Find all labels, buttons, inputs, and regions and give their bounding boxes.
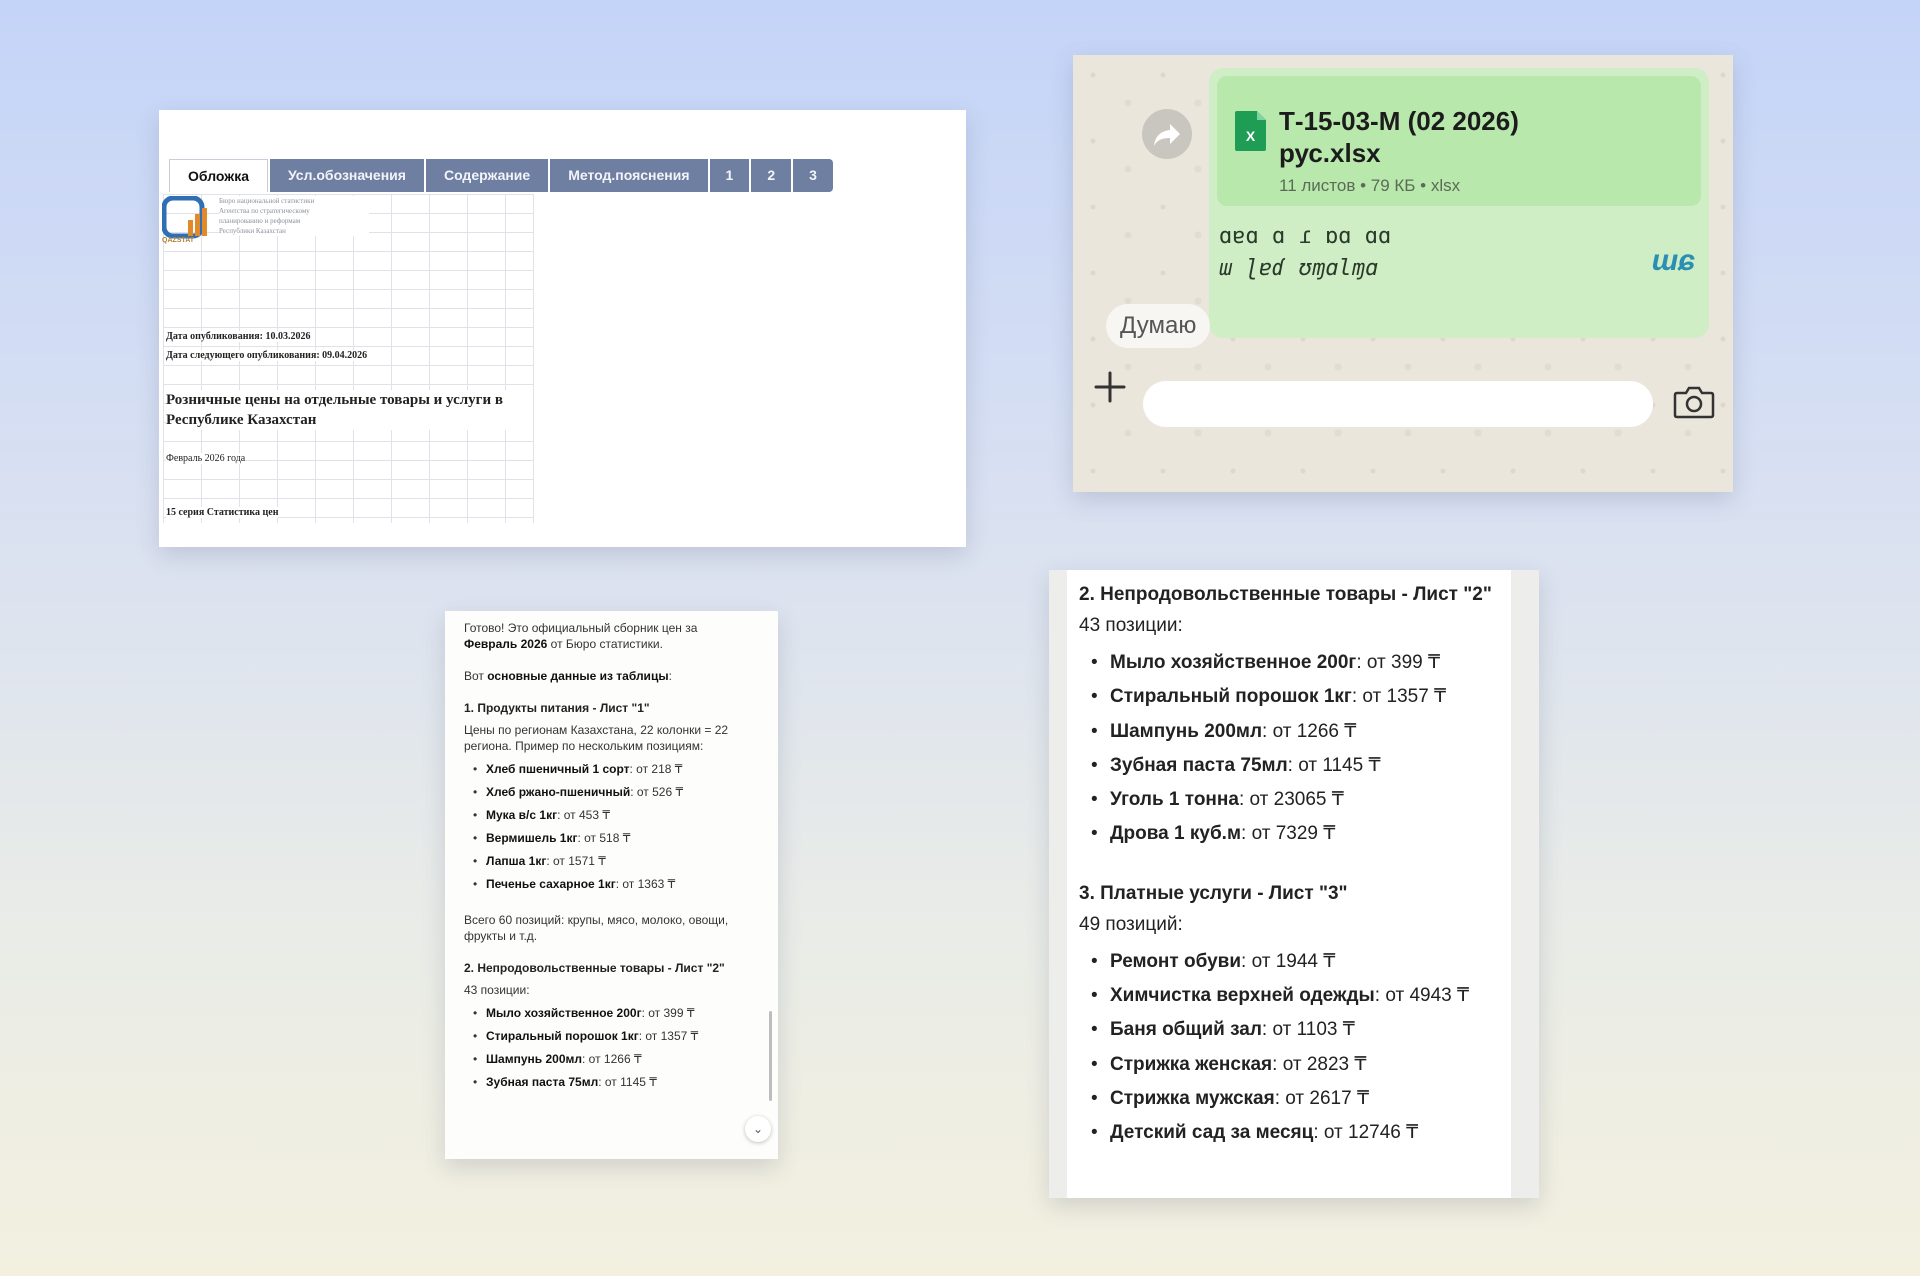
- document-title: Розничные цены на отдельные товары и усл…: [166, 390, 533, 430]
- list-item: Зубная паста 75мл: от 1145 ₸: [1079, 749, 1509, 783]
- list-item: Мыло хозяйственное 200г: от 399 ₸: [464, 1002, 754, 1025]
- chat-file-message: X Т-15-03-М (02 2026) рус.xlsx 11 листов…: [1073, 55, 1733, 492]
- logo-caption: QAZSTAT: [162, 237, 195, 244]
- food-heading: 1. Продукты питания - Лист "1": [464, 701, 650, 715]
- list-item: Шампунь 200мл: от 1266 ₸: [464, 1048, 754, 1071]
- message-bubble: X Т-15-03-М (02 2026) рус.xlsx 11 листов…: [1209, 68, 1709, 338]
- file-attachment[interactable]: X Т-15-03-М (02 2026) рус.xlsx 11 листов…: [1217, 76, 1701, 206]
- chevron-down-icon: ⌄: [752, 1122, 764, 1136]
- spreadsheet-preview: Обложка Усл.обозначения Содержание Метод…: [159, 110, 966, 547]
- list-item: Лапша 1кг: от 1571 ₸: [464, 850, 754, 873]
- file-name: Т-15-03-М (02 2026): [1279, 106, 1519, 136]
- list-item: Баня общий зал: от 1103 ₸: [1079, 1013, 1509, 1047]
- services-heading: 3. Платные услуги - Лист "3": [1079, 882, 1348, 904]
- assistant-reply-excerpt: 2. Непродовольственные товары - Лист "2"…: [1049, 570, 1539, 1198]
- list-item: Детский сад за месяц: от 12746 ₸: [1079, 1116, 1509, 1150]
- camera-icon[interactable]: [1673, 384, 1715, 420]
- nonfood-list: Мыло хозяйственное 200г: от 399 ₸ Стирал…: [1079, 646, 1509, 852]
- tab-legend[interactable]: Усл.обозначения: [269, 159, 424, 192]
- margin-right: [1511, 570, 1539, 1198]
- tab-sheet-1[interactable]: 1: [709, 159, 750, 192]
- list-item: Зубная паста 75мл: от 1145 ₸: [464, 1071, 754, 1094]
- nonfood-count: 43 позиции:: [464, 983, 530, 997]
- list-item: Дрова 1 куб.м: от 7329 ₸: [1079, 817, 1509, 851]
- reply-intro: Готово! Это официальный сборник цен за Ф…: [464, 621, 698, 651]
- scroll-down-button[interactable]: ⌄: [745, 1116, 771, 1142]
- list-item: Ремонт обуви: от 1944 ₸: [1079, 945, 1509, 979]
- svg-text:X: X: [1246, 128, 1256, 144]
- services-count: 49 позиций:: [1079, 913, 1183, 935]
- nonfood-list: Мыло хозяйственное 200г: от 399 ₸ Стирал…: [464, 1002, 754, 1094]
- nonfood-count: 43 позиции:: [1079, 615, 1183, 636]
- list-item: Стиральный порошок 1кг: от 1357 ₸: [464, 1025, 754, 1048]
- tab-cover[interactable]: Обложка: [169, 159, 268, 192]
- list-item: Стиральный порошок 1кг: от 1357 ₸: [1079, 680, 1509, 714]
- next-publication-date: Дата следующего опубликования: 09.04.202…: [166, 350, 368, 361]
- tab-sheet-3[interactable]: 3: [793, 159, 833, 192]
- list-item: Стрижка мужская: от 2617 ₸: [1079, 1082, 1509, 1116]
- margin-left: [1049, 570, 1067, 1198]
- list-item: Вермишель 1кг: от 518 ₸: [464, 827, 754, 850]
- distorted-text: ɑɐɑ ɑ ɾ ɒɑ ɑɑ: [1219, 224, 1392, 249]
- assistant-reply: Готово! Это официальный сборник цен за Ф…: [445, 611, 778, 1159]
- scrollbar[interactable]: [769, 1011, 772, 1101]
- list-item: Хлеб пшеничный 1 сорт: от 218 ₸: [464, 758, 754, 781]
- food-description: Цены по регионам Казахстана, 22 колонки …: [464, 723, 729, 753]
- list-item: Печенье сахарное 1кг: от 1363 ₸: [464, 873, 754, 896]
- plus-icon[interactable]: [1093, 370, 1127, 404]
- list-item: Стрижка женская: от 2823 ₸: [1079, 1048, 1509, 1082]
- file-name-extension: рус.xlsx: [1279, 138, 1381, 168]
- list-item: Шампунь 200мл: от 1266 ₸: [1079, 715, 1509, 749]
- forward-icon: [1154, 124, 1180, 146]
- reply-lead: Вот основные данные из таблицы:: [464, 669, 672, 683]
- services-list: Ремонт обуви: от 1944 ₸ Химчистка верхне…: [1079, 945, 1509, 1151]
- thinking-indicator: Думаю: [1106, 304, 1211, 348]
- excel-file-icon: X: [1235, 111, 1266, 151]
- organization-name: Бюро национальной статистики Агентства п…: [219, 196, 369, 236]
- file-meta: 11 листов • 79 КБ • xlsx: [1279, 176, 1461, 195]
- sheet-tabs: Обложка Усл.обозначения Содержание Метод…: [169, 159, 835, 192]
- distorted-mark: ɯɕ: [1651, 244, 1695, 277]
- food-total: Всего 60 позиций: крупы, мясо, молоко, о…: [464, 913, 729, 943]
- nonfood-heading: 2. Непродовольственные товары - Лист "2": [464, 961, 725, 975]
- tab-sheet-2[interactable]: 2: [751, 159, 792, 192]
- message-input[interactable]: [1143, 381, 1653, 427]
- list-item: Мука в/с 1кг: от 453 ₸: [464, 804, 754, 827]
- tab-method-notes[interactable]: Метод.пояснения: [550, 159, 708, 192]
- list-item: Хлеб ржано-пшеничный: от 526 ₸: [464, 781, 754, 804]
- list-item: Мыло хозяйственное 200г: от 399 ₸: [1079, 646, 1509, 680]
- distorted-text: ɯ ɭɐɗ ʊɱɑlɱɑ: [1219, 256, 1378, 281]
- forward-button[interactable]: [1142, 109, 1192, 159]
- food-list: Хлеб пшеничный 1 сорт: от 218 ₸ Хлеб ржа…: [464, 758, 754, 896]
- nonfood-heading: 2. Непродовольственные товары - Лист "2": [1079, 584, 1492, 605]
- list-item: Химчистка верхней одежды: от 4943 ₸: [1079, 979, 1509, 1013]
- publication-date: Дата опубликования: 10.03.2026: [166, 331, 311, 342]
- series-label: 15 серия Статистика цен: [166, 507, 279, 518]
- list-item: Уголь 1 тонна: от 23065 ₸: [1079, 783, 1509, 817]
- tab-contents[interactable]: Содержание: [425, 159, 549, 192]
- period-label: Февраль 2026 года: [166, 453, 246, 464]
